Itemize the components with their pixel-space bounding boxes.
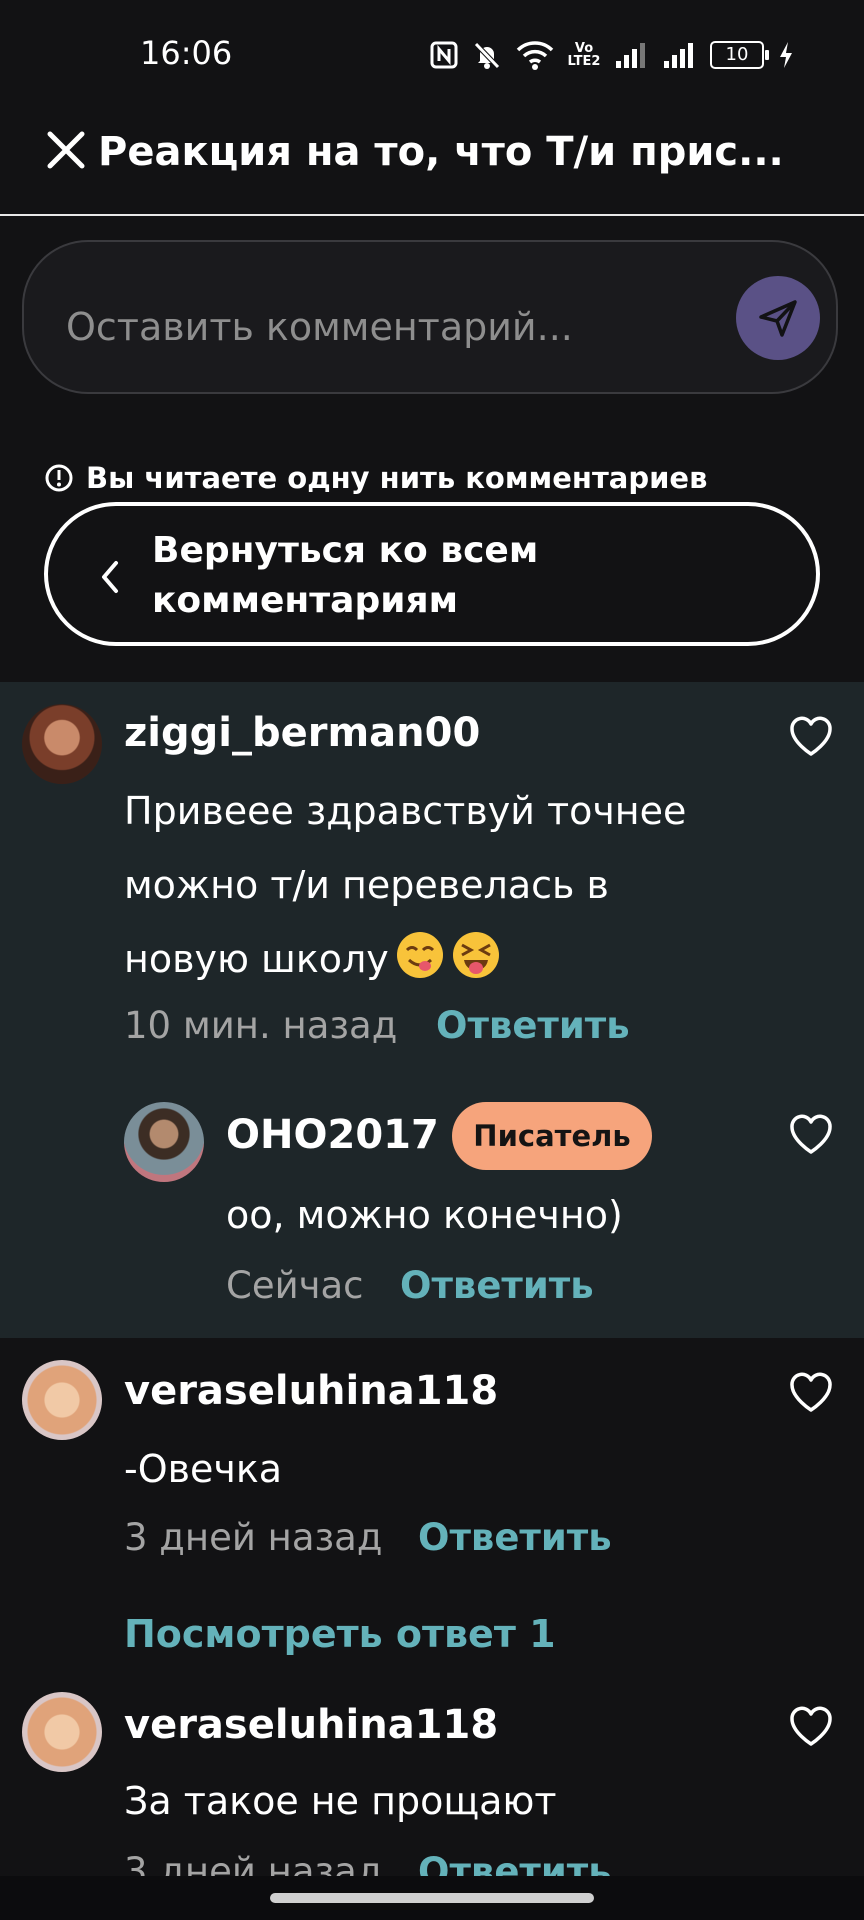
close-button[interactable] [44, 128, 88, 172]
comment-input[interactable] [64, 296, 688, 358]
yum-emoji-icon [395, 930, 445, 980]
bell-muted-icon [472, 40, 502, 70]
heart-icon [790, 1706, 832, 1746]
comment-text: оо, можно конечно) [226, 1193, 623, 1237]
signal-icon [662, 41, 696, 69]
status-time: 16:06 [140, 34, 233, 72]
thread-note-text: Вы читаете одну нить комментариев [86, 461, 708, 495]
comment-time: 3 дней назад [124, 1516, 383, 1559]
comment-text: -Овечка [124, 1447, 283, 1491]
comment-username[interactable]: OHO2017 [226, 1112, 439, 1158]
comment-text: Привеее здравствуй точнее можно т/и пере… [124, 774, 724, 996]
avatar[interactable] [22, 1360, 102, 1440]
avatar[interactable] [22, 1692, 102, 1772]
reply-link[interactable]: Ответить [436, 1004, 630, 1047]
signal-icon [614, 41, 648, 69]
heart-icon [790, 1372, 832, 1412]
view-replies-link[interactable]: Посмотреть ответ 1 [124, 1612, 556, 1656]
volte-icon: Vo LTE2 [567, 41, 601, 69]
back-to-all-comments-label: Вернуться ко всем комментариям [152, 530, 539, 621]
comment-text: За такое не прощают [124, 1779, 557, 1823]
avatar[interactable] [124, 1102, 204, 1182]
like-button[interactable] [788, 1704, 834, 1748]
heart-icon [790, 716, 832, 756]
info-icon [45, 464, 73, 492]
wifi-icon [516, 40, 554, 70]
like-button[interactable] [788, 714, 834, 758]
close-icon [47, 131, 85, 169]
reply-link[interactable]: Ответить [418, 1516, 612, 1559]
tongue-wink-emoji-icon [451, 930, 501, 980]
header-divider [0, 214, 864, 216]
status-icons: Vo LTE2 10 [430, 38, 794, 72]
battery-indicator: 10 [710, 41, 769, 69]
home-gesture-handle[interactable] [270, 1893, 594, 1903]
like-button[interactable] [788, 1370, 834, 1414]
comment-time: Сейчас [226, 1264, 364, 1307]
nfc-icon [430, 41, 458, 69]
comment-username[interactable]: ziggi_berman00 [124, 710, 480, 756]
like-button[interactable] [788, 1112, 834, 1156]
status-bar: 16:06 Vo LTE2 10 [0, 0, 864, 110]
send-button[interactable] [736, 276, 820, 360]
avatar[interactable] [22, 704, 102, 784]
thread-note: Вы читаете одну нить комментариев [44, 458, 707, 498]
page-title: Реакция на то, что Т/и прис... [98, 129, 784, 175]
send-icon [759, 300, 797, 337]
heart-icon [790, 1114, 832, 1154]
comment-username[interactable]: veraseluhina118 [124, 1368, 498, 1414]
writer-badge: Писатель [452, 1102, 652, 1170]
comment-username[interactable]: veraseluhina118 [124, 1702, 498, 1748]
reply-link[interactable]: Ответить [400, 1264, 594, 1307]
comment-time: 10 мин. назад [124, 1004, 398, 1047]
charging-icon [778, 41, 794, 69]
chevron-left-icon [102, 561, 118, 593]
